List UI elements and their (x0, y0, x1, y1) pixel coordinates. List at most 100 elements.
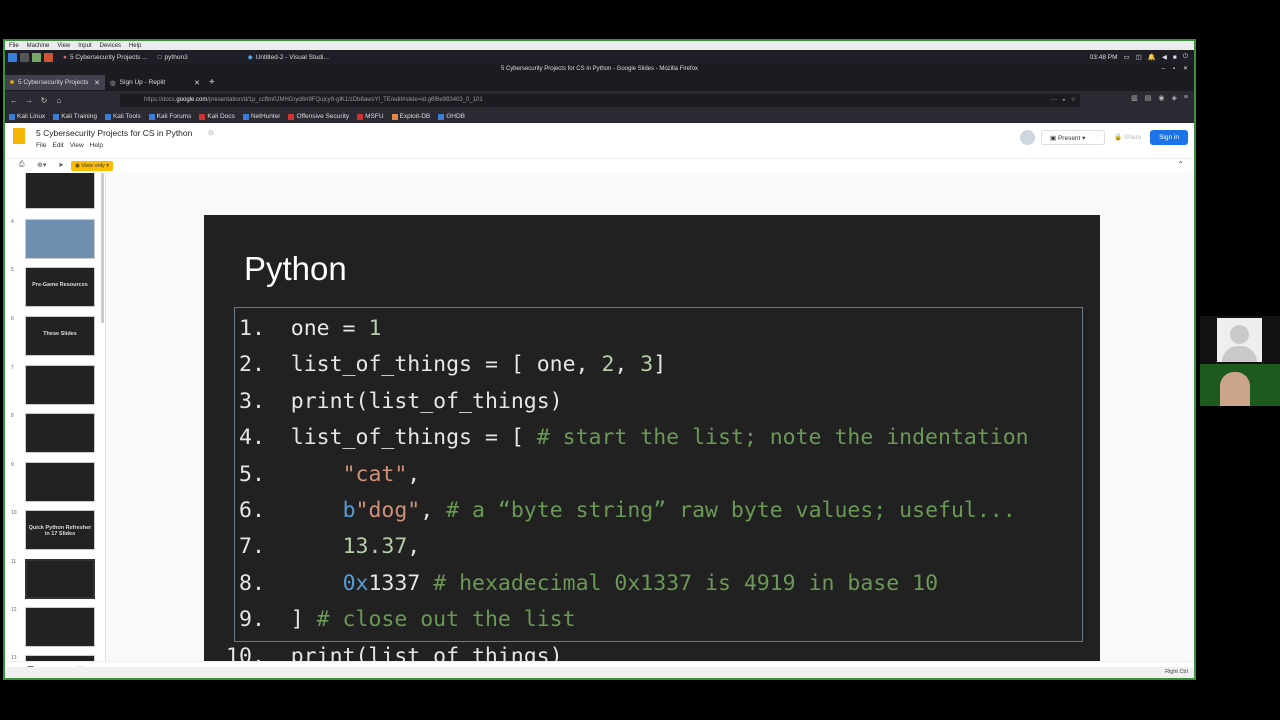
kali-menu-icon[interactable] (8, 52, 17, 62)
bookmark-item[interactable]: MSFU (357, 113, 384, 120)
bookmark-icon (242, 113, 249, 120)
bookmark-item[interactable]: Kali Linux (9, 113, 45, 120)
close-window-icon[interactable]: ✕ (1183, 64, 1188, 74)
bookmark-star-icon[interactable]: ☆ (1071, 94, 1076, 107)
doc-status-icon[interactable]: ⊙ (208, 129, 214, 137)
url-bar[interactable]: https://docs.google.com/presentation/d/1… (120, 94, 1080, 107)
vm-menu-item[interactable]: File (9, 43, 19, 49)
slide-number: 5 (11, 267, 14, 273)
filmstrip-item[interactable]: 12 (5, 607, 105, 649)
doc-title[interactable]: 5 Cybersecurity Projects for CS in Pytho… (36, 128, 192, 138)
bookmark-item[interactable]: Exploit-DB (391, 113, 430, 120)
filmstrip-item[interactable]: 6 These Slides (5, 316, 105, 358)
minimize-icon[interactable]: – (1161, 64, 1164, 74)
present-button[interactable]: ▣ Present ▾ (1041, 130, 1105, 145)
slide-thumbnail[interactable]: Quick Python Refresher in 17 Slides (25, 510, 95, 550)
bookmark-item[interactable]: Kali Forums (148, 113, 191, 120)
slide-thumbnail[interactable] (25, 462, 95, 502)
lock-icon[interactable]: ■ (1173, 54, 1177, 61)
library-icon[interactable]: ▥ (1131, 94, 1138, 102)
vm-menu-item[interactable]: Machine (27, 43, 50, 49)
power-icon[interactable]: ⏻ (1183, 53, 1188, 61)
code-token: 0x (342, 570, 369, 596)
maximize-icon[interactable]: ▪ (1173, 64, 1175, 74)
filmstrip-item[interactable]: 8 (5, 413, 105, 455)
task-terminal[interactable]: □ python3 (158, 54, 188, 61)
code-token: , (407, 461, 421, 487)
zoom-icon[interactable]: ⊕▾ (37, 161, 46, 169)
filmstrip-item[interactable] (5, 173, 105, 211)
vm-menu-item[interactable]: Input (78, 43, 91, 49)
share-button[interactable]: 🔒 Share (1108, 130, 1146, 145)
slide-thumbnail[interactable] (25, 607, 95, 647)
display-icon[interactable]: ▭ (1124, 53, 1130, 61)
task-vscode[interactable]: ◆ Untitled-2 - Visual Studi... (248, 53, 329, 62)
menu-item[interactable]: File (36, 142, 46, 149)
bookmark-label: Offensive Security (296, 113, 350, 120)
slide-thumbnail[interactable] (25, 365, 95, 405)
bookmark-item[interactable]: GHDB (438, 113, 465, 120)
vm-menu-item[interactable]: Devices (100, 43, 121, 49)
filmstrip-item[interactable]: 4 (5, 219, 105, 261)
pocket-icon[interactable]: ◒ (1062, 94, 1066, 107)
vm-menu-item[interactable]: Help (129, 43, 141, 49)
menu-item[interactable]: Edit (52, 142, 63, 149)
sign-in-button[interactable]: Sign in (1150, 130, 1188, 145)
vm-menu-item[interactable]: View (57, 43, 70, 49)
thumbnail-title: Quick Python Refresher in 17 Slides (28, 525, 92, 537)
bookmark-item[interactable]: Kali Tools (104, 113, 141, 120)
task-firefox[interactable]: ● 5 Cybersecurity Projects ... (63, 54, 148, 61)
code-token: ] (290, 607, 317, 633)
notification-icon[interactable]: 🔔 (1148, 53, 1156, 61)
taskbar: ● 5 Cybersecurity Projects ... □ python3 ◆… (5, 50, 1194, 64)
home-icon[interactable]: ⌂ (53, 96, 65, 105)
extension-icon[interactable]: ◈ (1172, 94, 1177, 102)
terminal-icon[interactable] (32, 52, 41, 62)
slides-logo-icon[interactable] (13, 128, 25, 144)
print-icon[interactable]: ⎙ (19, 161, 25, 169)
slide-thumbnail[interactable] (25, 413, 95, 453)
tab-replit[interactable]: ◎ Sign Up - Replit ✕ (105, 75, 205, 90)
account-icon[interactable]: ◉ (1158, 94, 1164, 102)
forward-icon[interactable]: → (23, 96, 35, 105)
menu-icon[interactable]: ≡ (1184, 94, 1188, 102)
bookmark-label: Kali Tools (112, 113, 141, 120)
filmstrip-item[interactable]: 5 Pre-Game Resources (5, 267, 105, 309)
clock[interactable]: 03:48 PM (1090, 54, 1118, 61)
filmstrip-item[interactable]: 9 (5, 462, 105, 504)
collapse-icon[interactable]: ⌃ (1177, 160, 1184, 169)
avatar[interactable] (1020, 130, 1035, 145)
slide-thumbnail[interactable] (25, 559, 95, 599)
bookmark-item[interactable]: Kali Docs (199, 113, 235, 120)
firefox-icon[interactable] (44, 52, 53, 62)
filmstrip-scrollbar[interactable] (101, 173, 104, 323)
filmstrip-item[interactable]: 11 (5, 559, 105, 601)
reload-icon[interactable]: ↻ (38, 96, 50, 105)
menu-item[interactable]: Help (90, 142, 103, 149)
close-tab-icon[interactable]: ✕ (94, 79, 100, 87)
code-token: b (342, 498, 356, 523)
new-tab-icon[interactable]: + (209, 77, 215, 88)
filmstrip-item[interactable]: 10 Quick Python Refresher in 17 Slides (5, 510, 105, 552)
workspace-icon[interactable] (20, 52, 29, 62)
bookmark-item[interactable]: Kali Training (53, 113, 97, 120)
page-actions-icon[interactable]: ··· (1051, 94, 1057, 107)
slide-thumbnail[interactable] (25, 219, 95, 259)
menu-item[interactable]: View (70, 142, 84, 149)
bookmark-item[interactable]: NetHunter (242, 113, 280, 120)
slide-thumbnail[interactable]: These Slides (25, 316, 95, 356)
share-label: Share (1123, 134, 1142, 141)
filmstrip-item[interactable]: 7 (5, 365, 105, 407)
back-icon[interactable]: ← (8, 96, 20, 105)
filmstrip: 4 5 Pre-Game Resources 6 These Slides 7 8 9 10 Qu… (5, 173, 106, 661)
bookmark-item[interactable]: Offensive Security (288, 113, 349, 120)
select-cursor-icon[interactable]: ➤ (58, 161, 64, 169)
slide-thumbnail[interactable] (25, 173, 95, 209)
view-only-badge[interactable]: ◉ View only ▾ (71, 161, 114, 171)
slide-thumbnail[interactable]: Pre-Game Resources (25, 267, 95, 307)
tab-slides[interactable]: ■ 5 Cybersecurity Projects ✕ (5, 75, 105, 90)
volume-icon[interactable]: ◀ (1162, 53, 1167, 61)
network-icon[interactable]: ◫ (1136, 53, 1142, 61)
sidebar-icon[interactable]: ▤ (1145, 94, 1152, 102)
close-tab-icon[interactable]: ✕ (194, 79, 200, 87)
